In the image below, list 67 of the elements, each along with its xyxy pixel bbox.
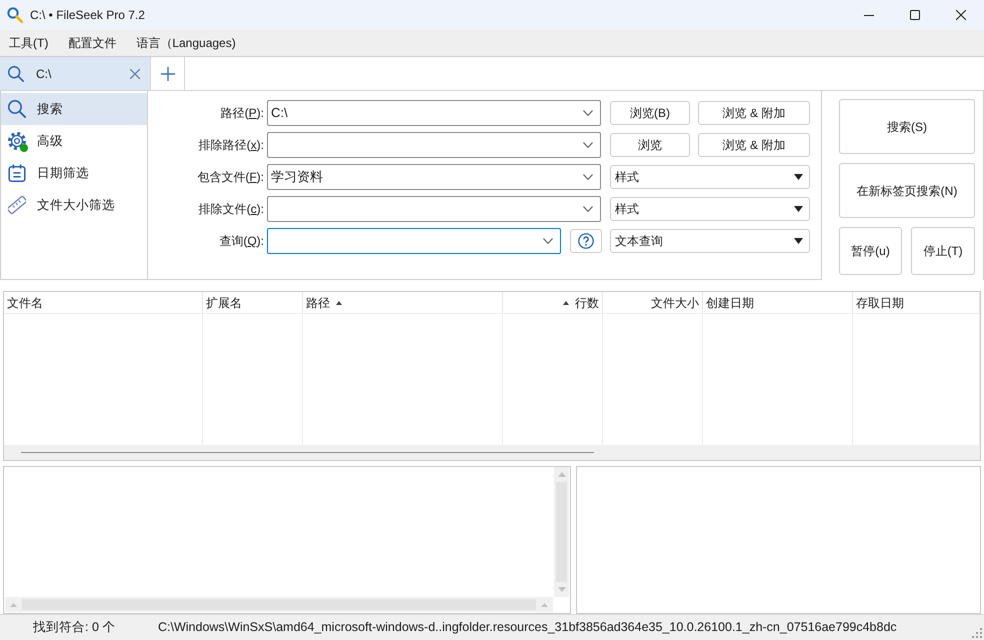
chevron-down-icon [583,142,593,148]
search-icon [8,100,26,118]
column-header[interactable]: 行数 [503,292,603,313]
field-label: 排除路径(x): [198,137,265,154]
match-count: 找到符合: 0 个 [33,619,116,636]
magnifier-icon [7,7,23,23]
dropdown[interactable]: 样式 [610,165,810,189]
field-label: 包含文件(F): [196,169,265,186]
combo-box[interactable] [267,228,561,254]
scroll-arrow-icon[interactable] [541,602,548,606]
column-header[interactable]: 创建日期 [703,292,853,313]
menu-item[interactable]: 语言（Languages) [136,34,236,52]
current-path: C:\Windows\WinSxS\amd64_microsoft-windows-d..ingfolder.resources_31bf3856ad364e35_10.0.26100.1_zh-cn_07516ae799c4b8dc [158,619,897,636]
button[interactable]: 停止(T) [911,227,975,275]
chevron-down-icon [543,238,553,244]
minimize-icon [864,14,874,16]
dropdown-arrow-icon [794,174,803,180]
combo-box[interactable] [267,132,601,158]
field-label: 查询(Q): [218,233,265,250]
vertical-scrollbar[interactable] [554,467,569,597]
plus-icon [160,66,174,80]
column-header[interactable]: 路径 [303,292,503,313]
horizontal-scrollbar[interactable] [5,597,553,612]
column-header[interactable]: 文件名 [4,292,203,313]
button[interactable]: 在新标签页搜索(N) [839,163,975,218]
maximize-icon [910,10,920,20]
sidebar-item[interactable]: 搜索 [1,93,147,125]
button[interactable]: 浏览(B) [610,101,690,125]
close-icon[interactable] [130,68,140,78]
chevron-down-icon [583,110,593,116]
column-header[interactable]: 扩展名 [203,292,303,313]
scroll-down-icon[interactable] [558,587,566,592]
column-header[interactable]: 文件大小 [603,292,703,313]
horizontal-scrollbar[interactable] [4,445,980,460]
button[interactable]: 搜索(S) [839,99,975,154]
new-tab-button[interactable] [150,57,185,90]
help-button[interactable] [570,229,602,253]
scroll-arrow-icon[interactable] [10,602,17,606]
dropdown[interactable]: 文本查询 [610,229,810,253]
field-label: 排除文件(c): [198,201,265,218]
chevron-down-icon [583,174,593,180]
button[interactable]: 浏览 & 附加 [698,133,810,157]
scroll-up-icon[interactable] [558,472,566,477]
dropdown-arrow-icon [794,206,803,212]
button[interactable]: 浏览 [610,133,690,157]
chevron-down-icon [583,206,593,212]
menu-item[interactable]: 配置文件 [68,34,116,52]
menu-item[interactable]: 工具(T) [9,34,48,52]
field-label: 路径(P): [220,105,265,122]
column-header[interactable]: 存取日期 [853,292,980,313]
tab[interactable]: C:\ [0,57,150,90]
button[interactable]: 暂停(u) [839,227,902,275]
help-icon [578,233,594,249]
window-title: C:\ • FileSeek Pro 7.2 [30,7,145,24]
dropdown[interactable]: 样式 [610,197,810,221]
gear-icon [8,132,26,150]
scrollbar-thumb[interactable] [21,452,594,453]
close-icon [956,10,966,20]
resize-grip-icon[interactable] [972,628,982,638]
calendar-icon [8,164,26,182]
dropdown-arrow-icon [794,238,803,244]
combo-box[interactable]: 学习资料 [267,164,601,190]
ruler-icon [8,196,26,214]
button[interactable]: 浏览 & 附加 [698,101,810,125]
search-icon [8,66,24,82]
combo-box[interactable] [267,196,601,222]
combo-box[interactable]: C:\ [267,100,601,126]
